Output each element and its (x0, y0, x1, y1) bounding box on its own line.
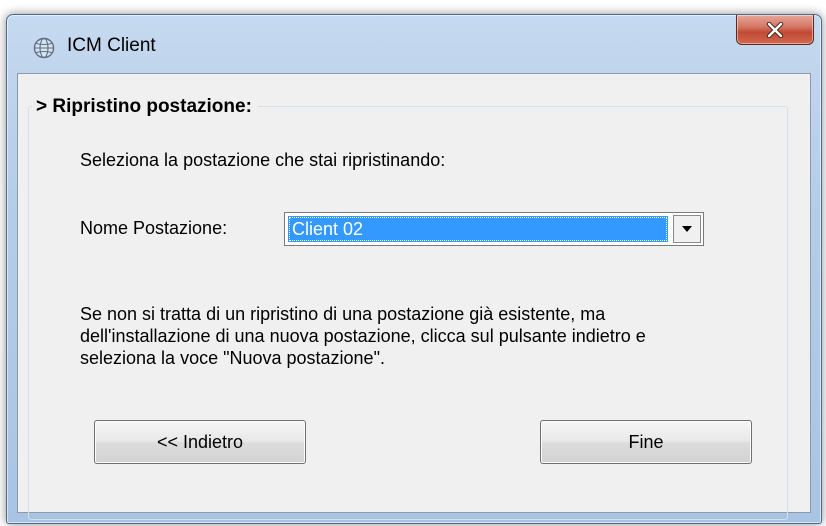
window-title: ICM Client (67, 35, 156, 56)
workstation-label: Nome Postazione: (80, 218, 228, 238)
group-marker: > (36, 96, 48, 117)
close-button[interactable] (736, 15, 814, 45)
app-globe-icon (33, 37, 55, 59)
title-bar[interactable]: ICM Client (7, 15, 821, 73)
close-x-icon (766, 21, 784, 38)
chevron-down-icon (681, 225, 693, 233)
back-button[interactable]: << Indietro (94, 420, 306, 464)
group-title: > Ripristino postazione: (32, 96, 258, 118)
finish-button[interactable]: Fine (540, 420, 752, 464)
workstation-selected-value: Client 02 (288, 216, 668, 242)
dialog-body: > Ripristino postazione: Seleziona la po… (17, 73, 811, 520)
dialog-window: ICM Client > Ripristino postazione: Sele… (6, 14, 822, 524)
instructions-text: Seleziona la postazione che stai riprist… (80, 150, 446, 170)
info-line-1: Se non si tratta di un ripristino di una… (80, 304, 606, 324)
info-line-3: seleziona la voce "Nuova postazione". (80, 348, 385, 368)
info-line-2: dell'installazione di una nuova postazio… (80, 326, 646, 346)
group-title-text: Ripristino postazione: (52, 96, 252, 117)
dropdown-button[interactable] (673, 215, 701, 243)
workstation-select[interactable]: Client 02 (284, 212, 704, 246)
